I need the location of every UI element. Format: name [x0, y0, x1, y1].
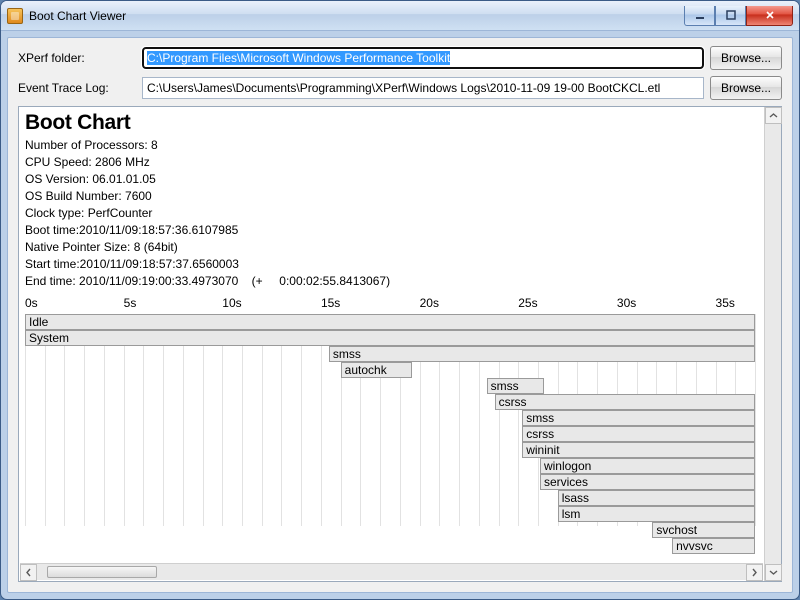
client-area: XPerf folder: Browse... Event Trace Log:… — [7, 37, 793, 593]
close-button[interactable] — [746, 6, 793, 26]
xperf-browse-button[interactable]: Browse... — [710, 46, 782, 70]
horizontal-scroll-track[interactable] — [37, 564, 746, 580]
scroll-left-button[interactable] — [20, 564, 37, 581]
process-bar-idle[interactable]: Idle — [25, 314, 755, 330]
chart-scroll-area[interactable]: Boot Chart Number of Processors: 8 CPU S… — [19, 107, 764, 581]
window-title: Boot Chart Viewer — [29, 9, 126, 23]
horizontal-scroll-thumb[interactable] — [47, 566, 157, 578]
tick-label: 10s — [222, 296, 241, 310]
scroll-right-button[interactable] — [746, 564, 763, 581]
process-bar-smss[interactable]: smss — [487, 378, 544, 394]
minimize-button[interactable] — [684, 6, 715, 26]
process-bar-lsass[interactable]: lsass — [558, 490, 755, 506]
chart-title: Boot Chart — [25, 111, 758, 135]
xperf-folder-row: XPerf folder: Browse... — [18, 46, 782, 70]
minimize-icon — [694, 9, 706, 21]
vertical-scrollbar[interactable] — [764, 107, 781, 581]
maximize-button[interactable] — [715, 6, 746, 26]
chevron-up-icon — [769, 111, 778, 120]
timeline: 0s5s10s15s20s25s30s35s IdleSystemsmssaut… — [25, 296, 758, 526]
tick-label: 0s — [25, 296, 38, 310]
scroll-up-button[interactable] — [765, 107, 782, 124]
process-bar-system[interactable]: System — [25, 330, 755, 346]
close-icon — [764, 9, 776, 21]
process-bar-services[interactable]: services — [540, 474, 755, 490]
etl-browse-button[interactable]: Browse... — [710, 76, 782, 100]
tick-label: 20s — [420, 296, 439, 310]
horizontal-scrollbar[interactable] — [20, 563, 763, 580]
chart-panel: Boot Chart Number of Processors: 8 CPU S… — [18, 106, 782, 582]
process-bar-svchost[interactable]: svchost — [652, 522, 755, 538]
etl-label: Event Trace Log: — [18, 81, 136, 95]
vertical-scroll-track[interactable] — [765, 124, 781, 564]
tick-label: 25s — [518, 296, 537, 310]
xperf-folder-input[interactable] — [142, 47, 704, 69]
chevron-right-icon — [750, 568, 759, 577]
window-buttons — [684, 6, 793, 26]
process-bar-wininit[interactable]: wininit — [522, 442, 755, 458]
app-window: Boot Chart Viewer XPerf folder: Browse..… — [0, 0, 800, 600]
meta-osbuild: OS Build Number: 7600 — [25, 188, 758, 205]
etl-row: Event Trace Log: Browse... — [18, 76, 782, 100]
tick-label: 15s — [321, 296, 340, 310]
tick-label: 30s — [617, 296, 636, 310]
meta-osver: OS Version: 06.01.01.05 — [25, 171, 758, 188]
process-bar-winlogon[interactable]: winlogon — [540, 458, 755, 474]
process-bar-smss[interactable]: smss — [522, 410, 755, 426]
meta-cpu: CPU Speed: 2806 MHz — [25, 154, 758, 171]
process-bar-smss[interactable]: smss — [329, 346, 755, 362]
meta-procs: Number of Processors: 8 — [25, 137, 758, 154]
meta-start: Start time:2010/11/09:18:57:37.6560003 — [25, 256, 758, 273]
meta-ptr: Native Pointer Size: 8 (64bit) — [25, 239, 758, 256]
gridline — [755, 314, 756, 526]
app-icon — [7, 8, 23, 24]
process-bar-nvvsvc[interactable]: nvvsvc — [672, 538, 755, 554]
xperf-folder-label: XPerf folder: — [18, 51, 136, 65]
chevron-down-icon — [769, 568, 778, 577]
timeline-ticks: 0s 5s 10s 15s 20s 25s 30s 35s — [25, 296, 758, 314]
chevron-left-icon — [24, 568, 33, 577]
meta-end: End time: 2010/11/09:19:00:33.4973070 (+… — [25, 273, 758, 290]
tick-label: 5s — [124, 296, 137, 310]
meta-clock: Clock type: PerfCounter — [25, 205, 758, 222]
maximize-icon — [725, 9, 737, 21]
process-bar-csrss[interactable]: csrss — [522, 426, 755, 442]
meta-boot: Boot time:2010/11/09:18:57:36.6107985 — [25, 222, 758, 239]
tick-label: 35s — [716, 296, 735, 310]
titlebar[interactable]: Boot Chart Viewer — [1, 1, 799, 31]
scroll-down-button[interactable] — [765, 564, 782, 581]
etl-input[interactable] — [142, 77, 704, 99]
process-bar-lsm[interactable]: lsm — [558, 506, 755, 522]
process-bar-csrss[interactable]: csrss — [495, 394, 755, 410]
process-bar-autochk[interactable]: autochk — [341, 362, 412, 378]
